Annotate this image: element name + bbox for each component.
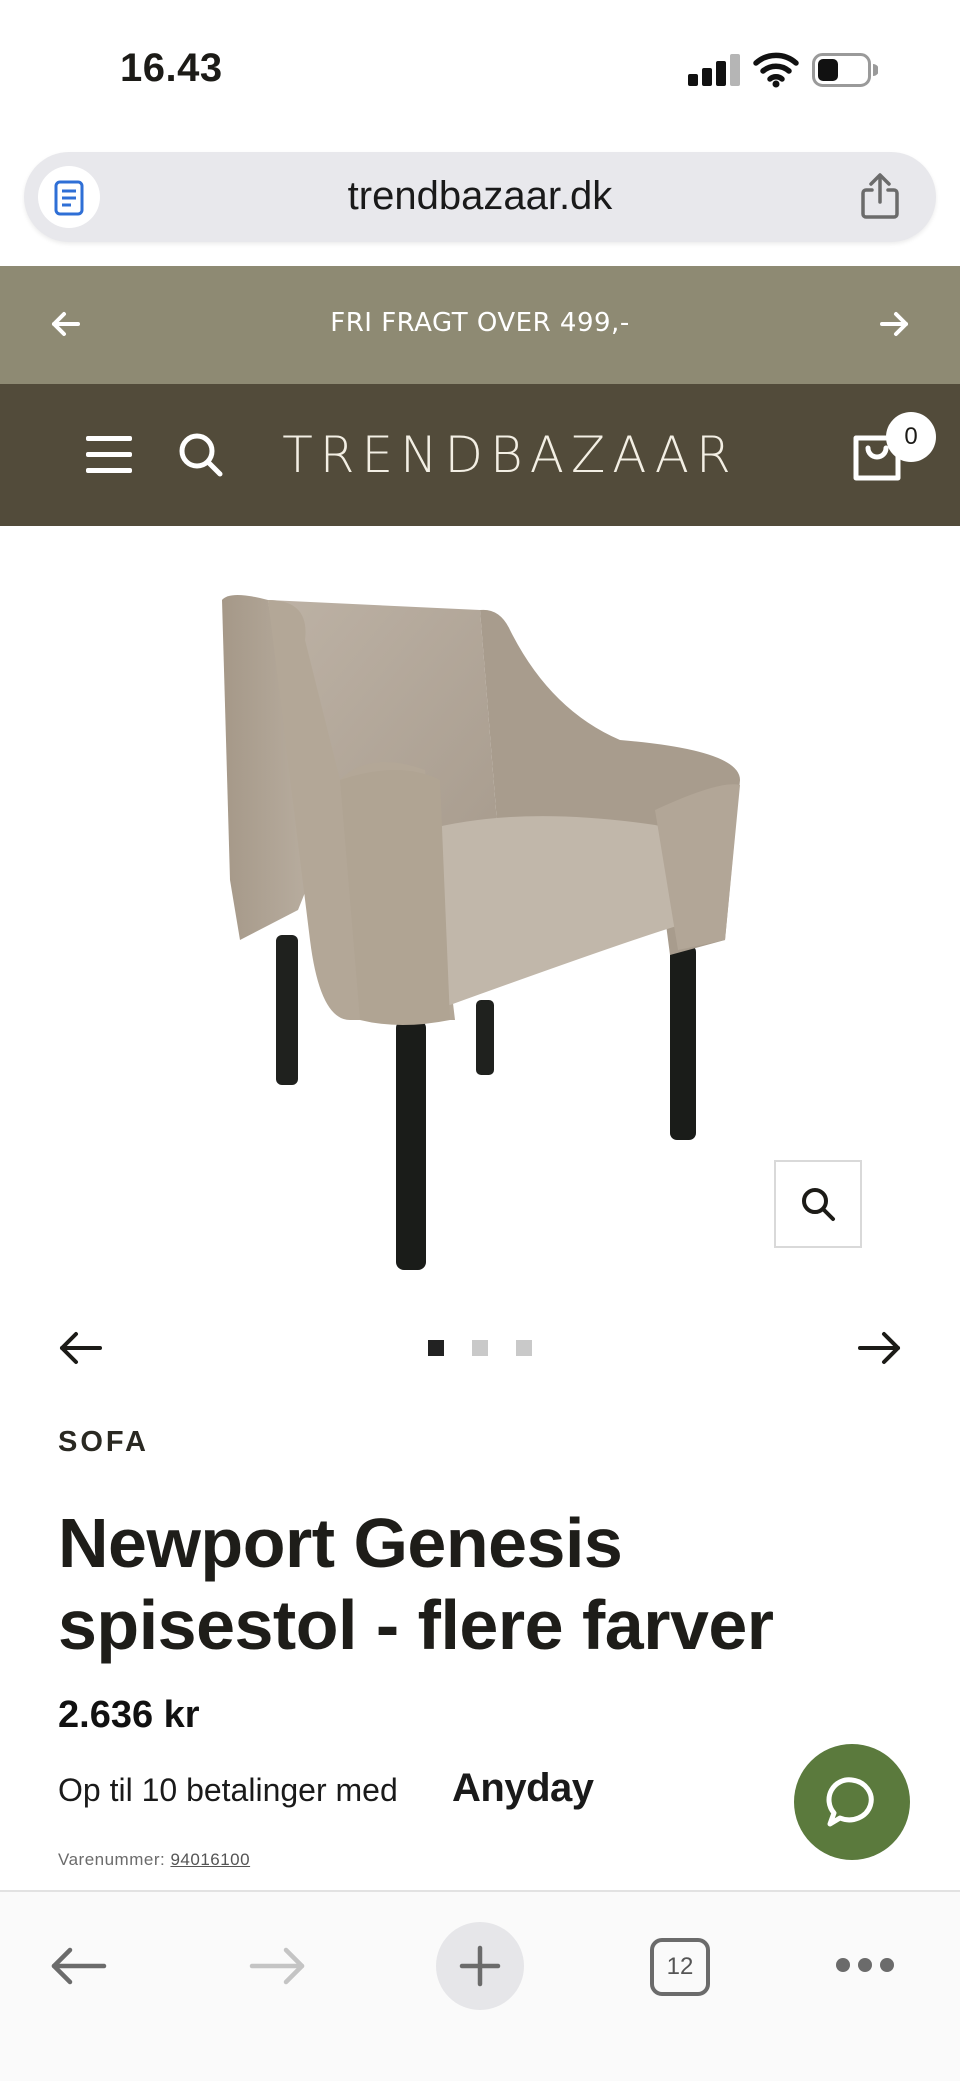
product-title: Newport Genesis spisestol - flere farver: [58, 1504, 774, 1664]
site-logo[interactable]: TRENDBAZAAR: [250, 426, 770, 484]
carousel-next-arrow-icon[interactable]: [856, 1326, 904, 1370]
cellular-signal-icon: [688, 52, 740, 86]
product-vendor[interactable]: SOFA: [58, 1426, 149, 1459]
carousel-prev-arrow-icon[interactable]: [56, 1326, 104, 1370]
site-header: TRENDBAZAAR: [0, 384, 960, 526]
more-options-icon[interactable]: [836, 1958, 894, 1974]
cart-count-badge: 0: [886, 412, 936, 462]
battery-icon: [812, 53, 879, 87]
hamburger-menu-icon[interactable]: [86, 436, 132, 474]
chat-button[interactable]: [794, 1744, 910, 1860]
carousel-dot[interactable]: [472, 1340, 488, 1356]
product-price: 2.636 kr: [58, 1694, 200, 1736]
status-bar: 16.43: [0, 0, 960, 140]
chat-bubble-icon: [826, 1777, 874, 1827]
product-image[interactable]: [200, 580, 760, 1290]
installments-text: Op til 10 betalinger med: [58, 1772, 398, 1808]
announcement-bar: FRI FRAGT OVER 499,-: [0, 266, 960, 384]
carousel-dot[interactable]: [428, 1340, 444, 1356]
search-icon[interactable]: [178, 432, 224, 478]
announcement-text: FRI FRAGT OVER 499,-: [330, 308, 630, 338]
share-icon[interactable]: [858, 172, 902, 220]
anyday-logo[interactable]: Anyday: [452, 1766, 594, 1811]
sku-label: Varenummer:: [58, 1850, 166, 1869]
carousel-dots: [428, 1340, 538, 1356]
plus-icon: [459, 1945, 501, 1987]
new-tab-button[interactable]: [436, 1922, 524, 2010]
url-text[interactable]: trendbazaar.dk: [24, 174, 936, 219]
wifi-icon: [752, 50, 800, 88]
sku-value: 94016100: [170, 1850, 251, 1869]
browser-toolbar: 12: [0, 1890, 960, 2081]
back-arrow-icon[interactable]: [48, 1944, 108, 1988]
zoom-icon: [802, 1188, 835, 1221]
tab-switcher-button[interactable]: 12: [650, 1938, 710, 1996]
image-zoom-button[interactable]: [774, 1160, 862, 1248]
status-time: 16.43: [120, 46, 223, 90]
forward-arrow-icon[interactable]: [248, 1944, 308, 1988]
address-bar[interactable]: trendbazaar.dk: [24, 152, 936, 242]
carousel-dot[interactable]: [516, 1340, 532, 1356]
sku-line: Varenummer: 94016100: [58, 1850, 250, 1870]
announcement-next-arrow-icon[interactable]: [876, 306, 912, 342]
